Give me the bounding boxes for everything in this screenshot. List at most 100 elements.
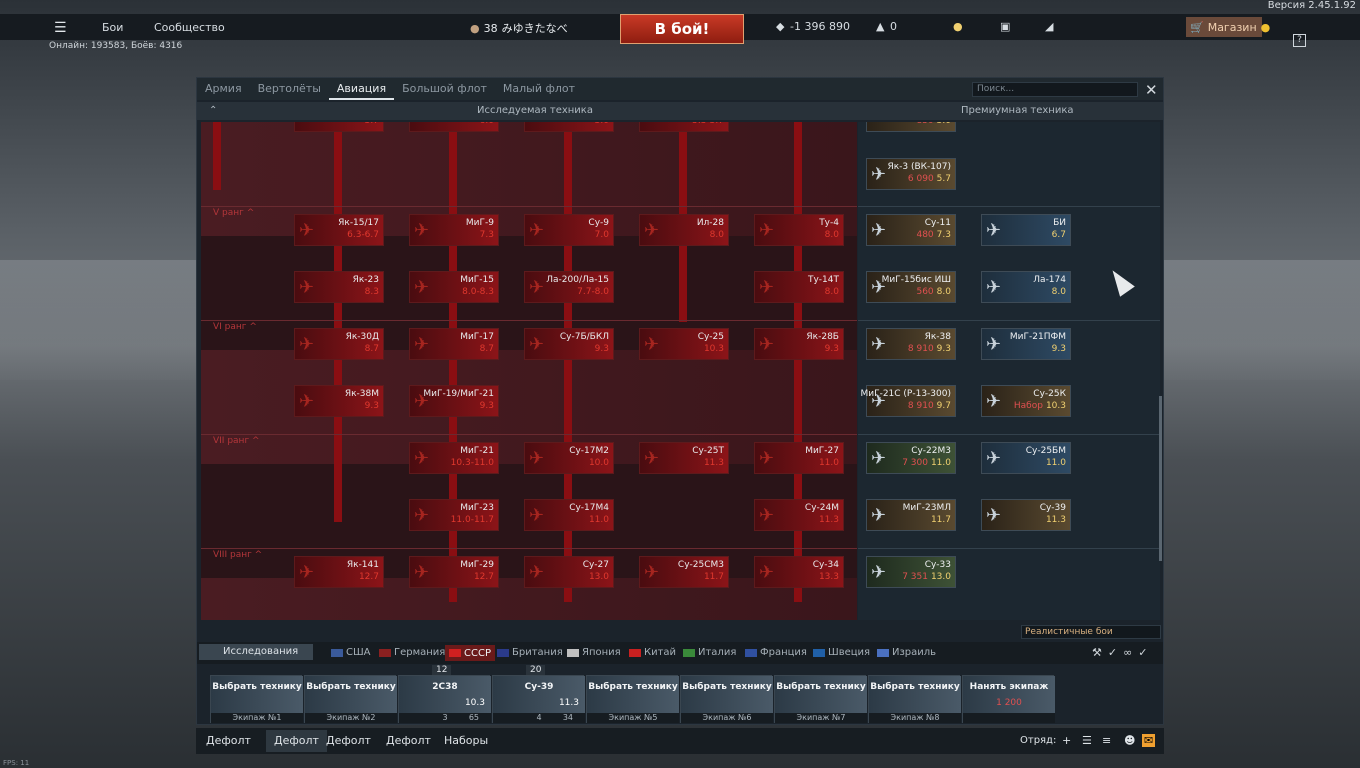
tree-card-stub[interactable]: 6.0: [409, 122, 499, 132]
search-input[interactable]: Поиск...: [972, 82, 1138, 97]
tree-vehicle-card[interactable]: ✈ Су-25 10.3: [639, 328, 729, 360]
help-button[interactable]: ?: [1293, 34, 1306, 47]
nation-tab-5[interactable]: Китай: [629, 647, 676, 658]
nation-tab-9[interactable]: Израиль: [877, 647, 936, 658]
tree-vehicle-card[interactable]: ✈ Су-17М4 11.0: [524, 499, 614, 531]
premium-vehicle-card[interactable]: ✈ МиГ-23МЛ 11.7: [866, 499, 956, 531]
preset-tab-3[interactable]: Дефолт: [386, 734, 431, 747]
crew-slot[interactable]: Выбрать технику Экипаж №1: [210, 675, 303, 723]
player-info[interactable]: ● 38 みゆきたなべ: [470, 20, 568, 36]
crew-slot[interactable]: Выбрать технику Экипаж №5: [586, 675, 679, 723]
tree-vehicle-card[interactable]: ✈ МиГ-29 12.7: [409, 556, 499, 588]
crew-slot[interactable]: Нанять экипаж 1 200: [962, 675, 1055, 723]
tree-vehicle-card[interactable]: ✈ МиГ-23 11.0-11.7: [409, 499, 499, 531]
tab-0[interactable]: Армия: [197, 78, 250, 100]
friends-icon[interactable]: ☻: [1124, 734, 1135, 747]
tree-vehicle-card[interactable]: ✈ Су-7Б/БКЛ 9.3: [524, 328, 614, 360]
premium-vehicle-card[interactable]: ✈ Ла-174 8.0: [981, 271, 1071, 303]
crew-slot[interactable]: Выбрать технику Экипаж №7: [774, 675, 867, 723]
settings-icon[interactable]: ≡: [1102, 734, 1111, 747]
research-button[interactable]: Исследования: [199, 644, 313, 660]
lightbulb-icon[interactable]: ●: [953, 20, 963, 33]
tree-vehicle-card[interactable]: ✈ Як-141 12.7: [294, 556, 384, 588]
scrollbar[interactable]: [1159, 396, 1162, 561]
nation-tab-8[interactable]: Швеция: [813, 647, 870, 658]
tree-vehicle-card[interactable]: ✈ Як-15/17 6.3-6.7: [294, 214, 384, 246]
nation-tab-1[interactable]: Германия: [379, 647, 445, 658]
burger-icon[interactable]: ☰: [54, 20, 67, 36]
tree-vehicle-card[interactable]: ✈ МиГ-17 8.7: [409, 328, 499, 360]
tree-vehicle-card[interactable]: ✈ Як-38М 9.3: [294, 385, 384, 417]
tree-vehicle-card[interactable]: ✈ Су-24М 11.3: [754, 499, 844, 531]
battle-button[interactable]: В бой!: [620, 14, 744, 44]
premium-vehicle-card[interactable]: ✈ БИ 6.7: [981, 214, 1071, 246]
tab-2[interactable]: Авиация: [328, 78, 395, 100]
add-squad-icon[interactable]: +: [1062, 734, 1071, 747]
tree-vehicle-card[interactable]: ✈ Ту-4 8.0: [754, 214, 844, 246]
crew-slot[interactable]: 2С38 3 10.3 65: [398, 675, 491, 723]
preset-tab-0[interactable]: Дефолт: [206, 734, 251, 747]
tab-3[interactable]: Большой флот: [394, 78, 495, 100]
premium-vehicle-card[interactable]: ✈ Су-39 11.3: [981, 499, 1071, 531]
premium-vehicle-card[interactable]: ✈ Су-25БМ 11.0: [981, 442, 1071, 474]
close-icon[interactable]: ✕: [1145, 81, 1158, 99]
tree-vehicle-card[interactable]: ✈ Як-30Д 8.7: [294, 328, 384, 360]
tree-vehicle-card[interactable]: ✈ Як-23 8.3: [294, 271, 384, 303]
tree-vehicle-card[interactable]: ✈ МиГ-27 11.0: [754, 442, 844, 474]
premium-vehicle-card[interactable]: ✈ МиГ-21С (Р-13-300) 8 910 9.7: [860, 385, 956, 417]
preset-tab-2[interactable]: Дефолт: [326, 734, 371, 747]
premium-vehicle-card[interactable]: ✈ МиГ-15бис ИШ 560 8.0: [866, 271, 956, 303]
tree-vehicle-card[interactable]: ✈ Ту-14Т 8.0: [754, 271, 844, 303]
tree-vehicle-card[interactable]: ✈ МиГ-9 7.3: [409, 214, 499, 246]
premium-vehicle-card[interactable]: ✈ Як-3 (ВК-107) 6 090 5.7: [866, 158, 956, 190]
tree-vehicle-card[interactable]: ✈ МиГ-21 10.3-11.0: [409, 442, 499, 474]
nation-tab-2[interactable]: СССР: [445, 645, 495, 661]
tree-tools[interactable]: ⚒✓∞✓: [1092, 646, 1153, 659]
premium-vehicle-card[interactable]: ✈ Су-11 480 7.3: [866, 214, 956, 246]
game-mode-select[interactable]: Реалистичные бои: [1021, 625, 1161, 639]
tree-vehicle-card[interactable]: ✈ Су-34 13.3: [754, 556, 844, 588]
tree-vehicle-card[interactable]: ✈ Ил-28 8.0: [639, 214, 729, 246]
nation-tab-3[interactable]: Британия: [497, 647, 563, 658]
crew-slot[interactable]: Выбрать технику Экипаж №6: [680, 675, 773, 723]
tab-4[interactable]: Малый флот: [495, 78, 583, 100]
tree-vehicle-card[interactable]: ✈ Су-17М2 10.0: [524, 442, 614, 474]
tab-1[interactable]: Вертолёты: [250, 78, 329, 100]
premium-vehicle-card[interactable]: ✈ 850 5.0: [866, 122, 956, 132]
crew-slot[interactable]: Выбрать технику Экипаж №8: [868, 675, 961, 723]
menu-battles[interactable]: Бои: [102, 21, 123, 34]
tree-vehicle-card[interactable]: ✈ МиГ-15 8.0-8.3: [409, 271, 499, 303]
premium-vehicle-card[interactable]: ✈ Су-22М3 7 300 11.0: [866, 442, 956, 474]
tree-card-stub[interactable]: 5.7: [294, 122, 384, 132]
preset-tab-4[interactable]: Наборы: [444, 734, 488, 747]
nation-tab-0[interactable]: США: [331, 647, 371, 658]
tree-vehicle-card[interactable]: ✈ Су-25СМ3 11.7: [639, 556, 729, 588]
tree-vehicle-card[interactable]: ✈ Ла-200/Ла-15 7.7-8.0: [524, 271, 614, 303]
tree-vehicle-card[interactable]: ✈ Су-9 7.0: [524, 214, 614, 246]
crew-slot[interactable]: Су-39 4 11.3 34: [492, 675, 585, 723]
tree-vehicle-card[interactable]: ✈ Су-27 13.0: [524, 556, 614, 588]
tree-card-stub[interactable]: 5.3-5.7: [639, 122, 729, 132]
gold-balance[interactable]: 0: [890, 20, 897, 33]
nation-tab-4[interactable]: Япония: [567, 647, 621, 658]
premium-vehicle-card[interactable]: ✈ МиГ-21ПФМ 9.3: [981, 328, 1071, 360]
menu-community[interactable]: Сообщество: [154, 21, 225, 34]
mail-icon[interactable]: ✉: [1142, 734, 1156, 747]
nation-tab-7[interactable]: Франция: [745, 647, 807, 658]
list-icon[interactable]: ☰: [1082, 734, 1092, 747]
tree-vehicle-card[interactable]: ✈ Як-28Б 9.3: [754, 328, 844, 360]
tree-vehicle-card[interactable]: ✈ Су-25Т 11.3: [639, 442, 729, 474]
nation-tab-6[interactable]: Италия: [683, 647, 736, 658]
crate-icon[interactable]: ▣: [1000, 20, 1010, 33]
coupon-icon[interactable]: ◢: [1045, 20, 1053, 33]
premium-vehicle-card[interactable]: ✈ Су-33 7 351 13.0: [866, 556, 956, 588]
premium-vehicle-card[interactable]: ✈ Як-38 8 910 9.3: [866, 328, 956, 360]
shop-button[interactable]: 🛒 Магазин ●: [1186, 17, 1270, 37]
crew-slot[interactable]: Выбрать технику Экипаж №2: [304, 675, 397, 723]
silver-balance[interactable]: -1 396 890: [790, 20, 850, 33]
tree-vehicle-card[interactable]: ✈ МиГ-19/МиГ-21 9.3: [409, 385, 499, 417]
preset-tab-1[interactable]: Дефолт: [266, 730, 327, 752]
collapse-icon[interactable]: ⌃: [209, 105, 217, 116]
premium-vehicle-card[interactable]: ✈ Су-25К Набор 10.3: [981, 385, 1071, 417]
tree-card-stub[interactable]: 5.0: [524, 122, 614, 132]
